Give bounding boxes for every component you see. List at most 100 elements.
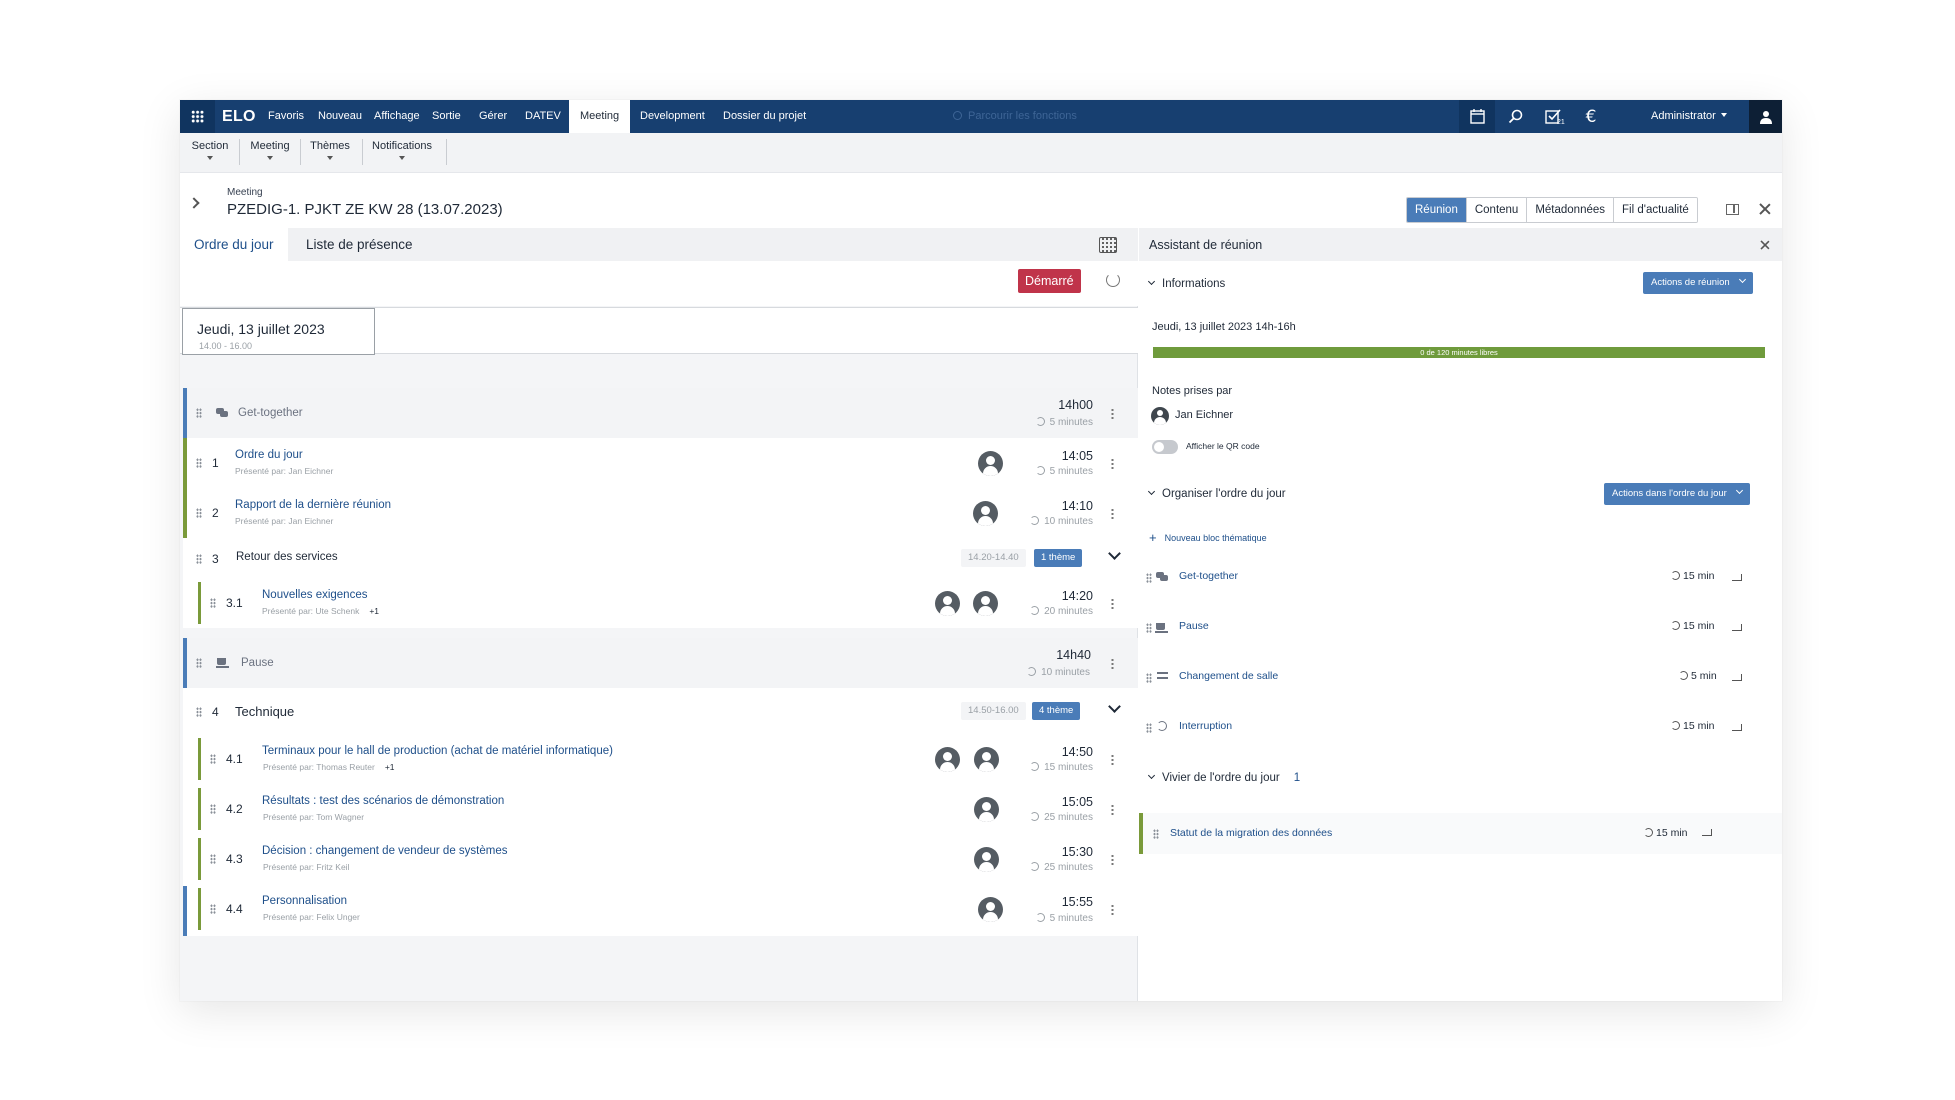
view-contenu[interactable]: Contenu: [1466, 198, 1528, 222]
item-title[interactable]: Personnalisation: [262, 895, 347, 907]
section-title[interactable]: Retour des services: [236, 551, 338, 563]
view-fil-actualite[interactable]: Fil d'actualité: [1614, 198, 1697, 222]
block-row-pause[interactable]: Pause 14h40 10 minutes: [183, 638, 1138, 688]
drag-handle[interactable]: [196, 408, 202, 418]
insert-return-icon[interactable]: [1702, 829, 1712, 836]
insert-return-icon[interactable]: [1732, 624, 1742, 631]
search-icon[interactable]: [1497, 100, 1533, 133]
close-icon[interactable]: [1759, 203, 1771, 215]
agenda-item-3-1[interactable]: 3.1 Nouvelles exigences Présenté par: Ut…: [183, 578, 1138, 628]
section-title[interactable]: Technique: [235, 704, 294, 719]
item-title[interactable]: Terminaux pour le hall de production (ac…: [262, 745, 613, 757]
agenda-item-2[interactable]: 2 Rapport de la dernière réunion Présent…: [183, 488, 1138, 538]
drag-handle[interactable]: [196, 658, 202, 668]
pool-item-name[interactable]: Statut de la migration des données: [1170, 827, 1332, 839]
new-topic-block-button[interactable]: + Nouveau bloc thématique: [1149, 530, 1267, 545]
more-icon[interactable]: [1111, 508, 1114, 519]
more-icon[interactable]: [1111, 904, 1114, 915]
elo-calendar-icon[interactable]: [1459, 100, 1495, 133]
menu-nouveau[interactable]: Nouveau: [318, 100, 362, 133]
ribbon-meeting[interactable]: Meeting: [248, 139, 292, 167]
agenda-item-4-3[interactable]: 4.3 Décision : changement de vendeur de …: [183, 834, 1138, 884]
insert-return-icon[interactable]: [1732, 574, 1742, 581]
tab-ordre-du-jour[interactable]: Ordre du jour: [180, 228, 288, 261]
euro-icon[interactable]: €: [1573, 100, 1609, 133]
menu-gerer[interactable]: Gérer: [479, 100, 507, 133]
more-icon[interactable]: [1111, 458, 1114, 469]
more-icon[interactable]: [1111, 854, 1114, 865]
more-icon[interactable]: [1111, 804, 1114, 815]
drag-handle[interactable]: [196, 458, 202, 468]
item-title[interactable]: Décision : changement de vendeur de syst…: [262, 845, 507, 857]
tab-liste-presence[interactable]: Liste de présence: [292, 228, 427, 261]
section-organiser[interactable]: Organiser l'ordre du jour: [1147, 487, 1286, 500]
drag-handle[interactable]: [1146, 723, 1152, 733]
block-name[interactable]: Changement de salle: [1179, 670, 1278, 682]
drag-handle[interactable]: [210, 904, 216, 914]
more-icon[interactable]: [1111, 408, 1114, 419]
item-title[interactable]: Ordre du jour: [235, 449, 303, 461]
block-name[interactable]: Get-together: [1179, 570, 1238, 582]
insert-return-icon[interactable]: [1732, 674, 1742, 681]
chevron-down-icon[interactable]: [1108, 700, 1121, 713]
view-metadonnees[interactable]: Métadonnées: [1527, 198, 1615, 222]
section-vivier[interactable]: Vivier de l'ordre du jour 1: [1147, 771, 1300, 784]
view-reunion[interactable]: Réunion: [1407, 198, 1467, 222]
item-title[interactable]: Nouvelles exigences: [262, 589, 367, 601]
item-title[interactable]: Résultats : test des scénarios de démons…: [262, 795, 504, 807]
drag-handle[interactable]: [210, 854, 216, 864]
item-title[interactable]: Rapport de la dernière réunion: [235, 499, 391, 511]
menu-sortie[interactable]: Sortie: [432, 100, 461, 133]
chevron-right-icon[interactable]: [188, 197, 200, 209]
qr-code-toggle[interactable]: [1152, 440, 1178, 454]
more-icon[interactable]: [1111, 754, 1114, 765]
agenda-item-4-4[interactable]: 4.4 Personnalisation Présenté par: Felix…: [183, 884, 1138, 936]
agenda-item-1[interactable]: 1 Ordre du jour Présenté par: Jan Eichne…: [183, 438, 1138, 488]
block-row-get-together[interactable]: Get-together 14h00 5 minutes: [183, 388, 1138, 438]
split-view-icon[interactable]: [1726, 204, 1739, 215]
close-icon[interactable]: [1760, 240, 1770, 250]
chevron-down-icon[interactable]: [1108, 547, 1121, 560]
drag-handle[interactable]: [1146, 673, 1152, 683]
refresh-icon[interactable]: [1106, 273, 1120, 287]
topic-block-interruption[interactable]: Interruption 15 min: [1139, 713, 1782, 743]
drag-handle[interactable]: [196, 508, 202, 518]
insert-return-icon[interactable]: [1732, 724, 1742, 731]
agenda-section-4[interactable]: 4 Technique 14.50-16.00 4 thème: [183, 688, 1138, 734]
tasks-icon[interactable]: 21: [1535, 100, 1571, 133]
more-icon[interactable]: [1111, 658, 1114, 669]
drag-handle[interactable]: [210, 804, 216, 814]
block-name[interactable]: Interruption: [1179, 720, 1232, 732]
topic-block-get-together[interactable]: Get-together 15 min: [1139, 563, 1782, 593]
started-button[interactable]: Démarré: [1018, 269, 1081, 293]
user-menu[interactable]: Administrator: [1651, 100, 1727, 133]
block-name[interactable]: Pause: [1179, 620, 1209, 632]
menu-datev[interactable]: DATEV: [525, 100, 561, 133]
topic-block-changement-salle[interactable]: Changement de salle 5 min: [1139, 663, 1782, 693]
drag-handle[interactable]: [1146, 573, 1152, 583]
ribbon-themes[interactable]: Thèmes: [308, 139, 352, 167]
menu-affichage[interactable]: Affichage: [374, 100, 420, 133]
calendar-icon[interactable]: [1099, 237, 1117, 253]
menu-development[interactable]: Development: [640, 100, 705, 133]
apps-grid-icon[interactable]: [180, 100, 215, 133]
menu-meeting[interactable]: Meeting: [569, 100, 631, 133]
drag-handle[interactable]: [196, 554, 202, 564]
date-card[interactable]: Jeudi, 13 juillet 2023 14.00 - 16.00: [182, 308, 375, 355]
drag-handle[interactable]: [1153, 829, 1159, 839]
drag-handle[interactable]: [1146, 623, 1152, 633]
agenda-section-3[interactable]: 3 Retour des services 14.20-14.40 1 thèm…: [183, 538, 1138, 578]
drag-handle[interactable]: [196, 707, 202, 717]
agenda-item-4-1[interactable]: 4.1 Terminaux pour le hall de production…: [183, 734, 1138, 784]
agenda-item-4-2[interactable]: 4.2 Résultats : test des scénarios de dé…: [183, 784, 1138, 834]
ribbon-notifications[interactable]: Notifications: [370, 139, 434, 167]
user-icon[interactable]: [1749, 100, 1782, 133]
agenda-actions-button[interactable]: Actions dans l'ordre du jour: [1604, 483, 1750, 505]
ribbon-section[interactable]: Section: [190, 139, 230, 167]
more-icon[interactable]: [1111, 598, 1114, 609]
drag-handle[interactable]: [210, 598, 216, 608]
topic-block-pause[interactable]: Pause 15 min: [1139, 613, 1782, 643]
function-search-input[interactable]: Parcourir les fonctions: [953, 100, 1077, 133]
drag-handle[interactable]: [210, 754, 216, 764]
pool-item[interactable]: Statut de la migration des données 15 mi…: [1139, 813, 1782, 854]
